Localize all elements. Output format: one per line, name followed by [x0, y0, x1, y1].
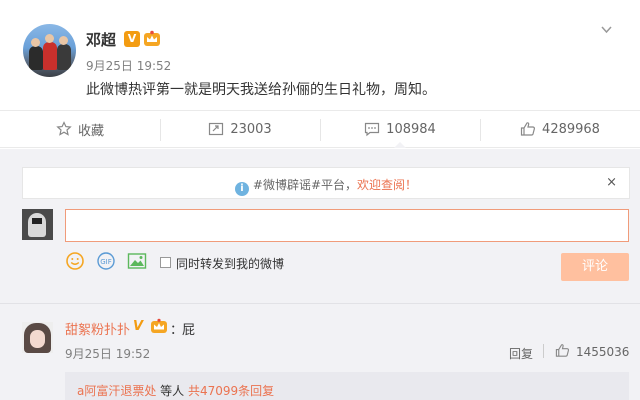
repost-also-checkbox[interactable] — [160, 257, 171, 268]
gif-label: GIF — [100, 258, 112, 266]
comment-text: 屁 — [182, 323, 196, 338]
post-author-avatar[interactable] — [23, 24, 76, 77]
submit-comment-button[interactable]: 评论 — [561, 253, 629, 281]
vip-badge-icon[interactable]: V — [133, 319, 147, 334]
post-text: 此微博热评第一就是明天我送给孙俪的生日礼物，周知。 — [86, 82, 436, 98]
comment-icon — [365, 122, 380, 137]
commenter-name[interactable]: 甜絮粉扑扑 — [65, 319, 130, 338]
repost-icon — [209, 122, 224, 136]
like-count: 4289968 — [542, 121, 600, 137]
crown-badge-icon[interactable] — [143, 30, 161, 47]
divider — [0, 303, 640, 304]
post-author-name[interactable]: 邓超 — [86, 29, 116, 50]
repost-button[interactable]: 23003 — [160, 111, 320, 147]
verified-badge-icon[interactable]: V — [124, 31, 140, 47]
favorite-label: 收藏 — [77, 123, 104, 139]
info-icon: i — [234, 182, 249, 196]
close-icon[interactable]: × — [606, 175, 617, 190]
notice-text: #微博辟谣#平台， — [252, 178, 358, 192]
sub-replies-preview[interactable]: a阿富汗退票处 等人 共47099条回复 — [65, 372, 629, 400]
repost-also-label[interactable]: 同时转发到我的微博 — [176, 255, 284, 272]
comment-button[interactable]: 108984 — [320, 111, 480, 148]
commenter-avatar[interactable] — [22, 322, 53, 353]
notice-link[interactable]: 欢迎查阅！ — [357, 178, 417, 192]
divider — [543, 344, 544, 358]
view-all-replies-link[interactable]: 共47099条回复 — [188, 384, 274, 398]
repost-count: 23003 — [230, 121, 272, 137]
comment-time: 9月25日 19:52 — [65, 347, 151, 361]
thumbs-up-icon — [520, 122, 536, 136]
chevron-down-icon[interactable] — [600, 23, 613, 36]
comment-like-count: 1455036 — [576, 345, 630, 359]
gif-icon[interactable]: GIF — [96, 252, 116, 270]
comment-count: 108984 — [386, 121, 436, 137]
post-time[interactable]: 9月25日 19:52 — [86, 57, 171, 74]
like-button[interactable]: 4289968 — [480, 111, 640, 147]
current-user-avatar — [22, 209, 53, 240]
reply-button[interactable]: 回复 — [509, 345, 533, 362]
favorite-button[interactable]: 收藏 — [0, 111, 160, 147]
smile-icon[interactable] — [66, 252, 84, 270]
subreply-user[interactable]: a阿富汗退票处 — [77, 384, 156, 398]
crown-badge-icon[interactable] — [150, 318, 168, 334]
thumbs-up-icon[interactable] — [555, 343, 570, 358]
comment-input[interactable] — [65, 209, 629, 242]
rumor-notice: i #微博辟谣#平台，欢迎查阅！ × — [22, 167, 630, 199]
star-icon — [56, 121, 72, 136]
image-icon[interactable] — [127, 252, 147, 270]
subreply-mid: 等人 — [156, 384, 188, 398]
post-action-bar: 收藏 23003 108984 4289968 — [0, 110, 640, 148]
